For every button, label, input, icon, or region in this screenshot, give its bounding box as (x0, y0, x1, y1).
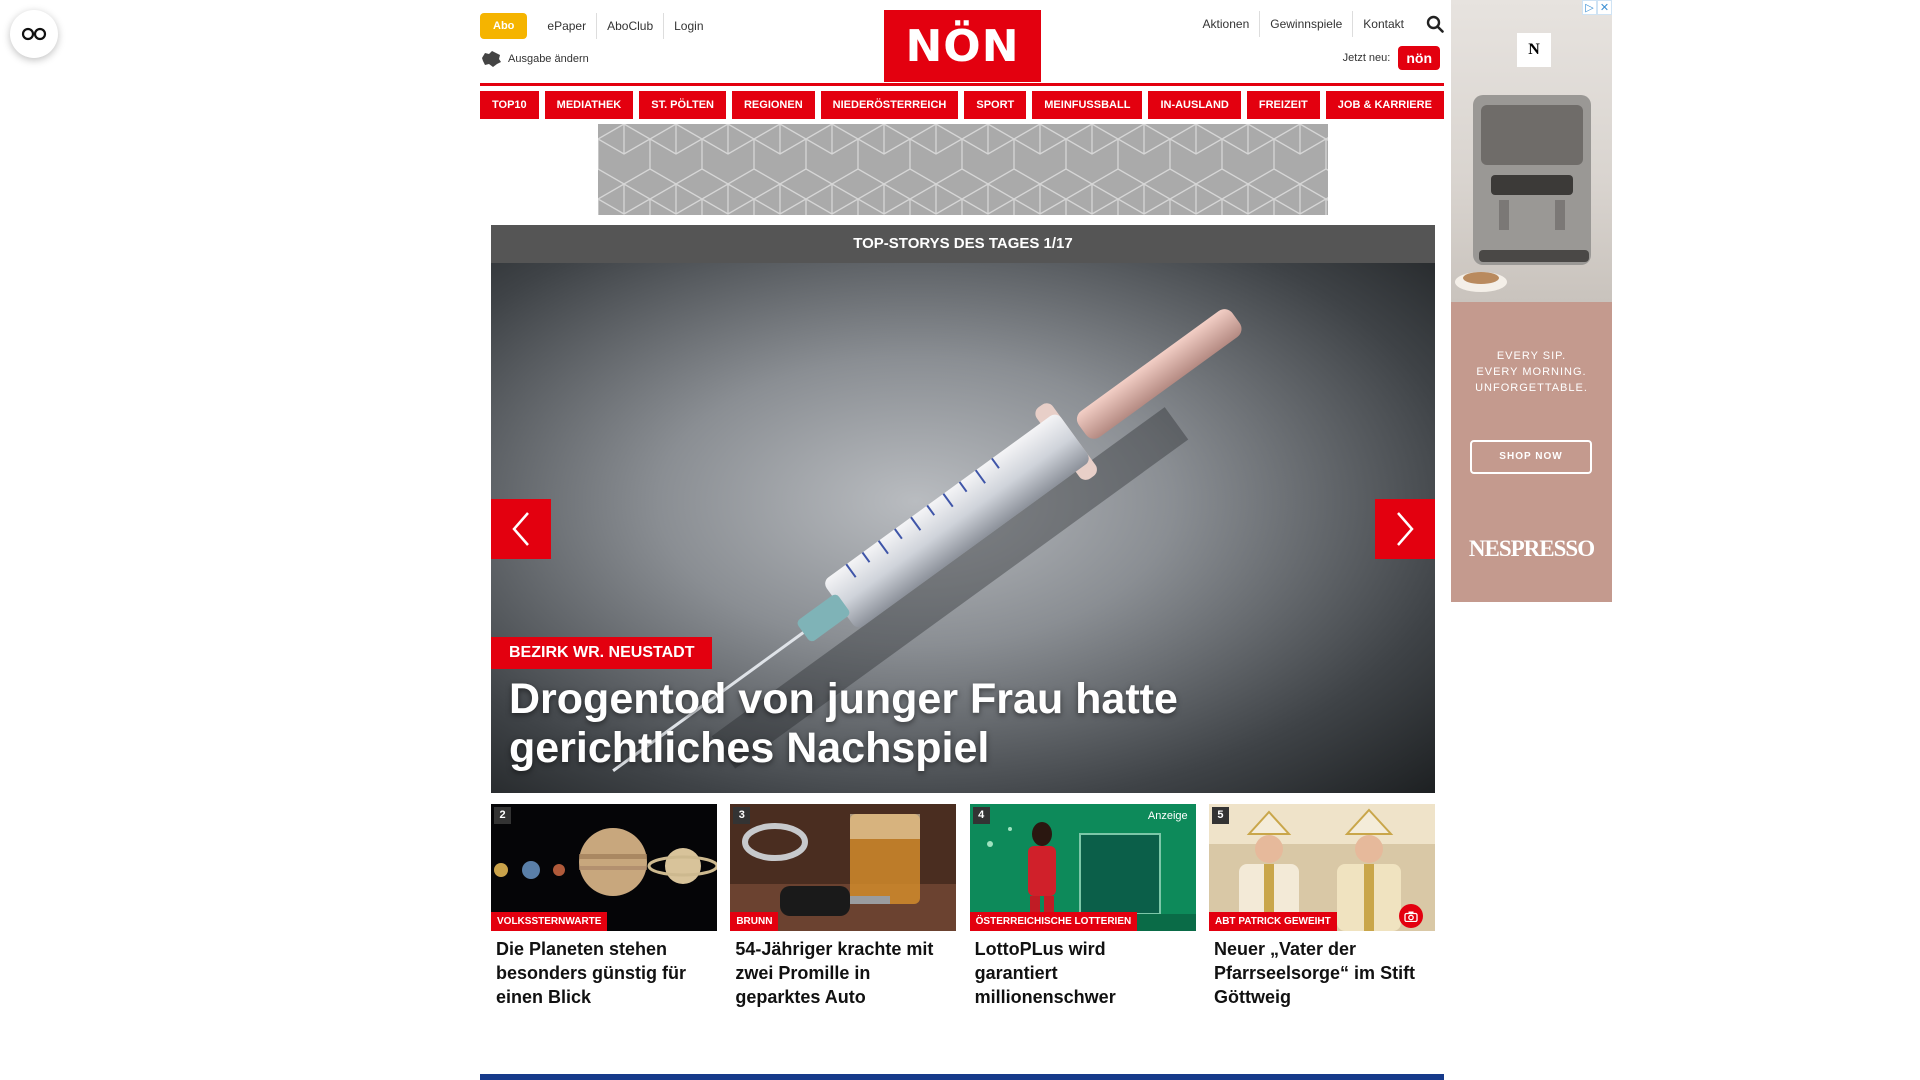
card-tag: ÖSTERREICHISCHE LOTTERIEN (969, 912, 1138, 931)
card-title[interactable]: 54-Jähriger krachte mit zwei Promille in… (730, 931, 956, 1009)
jetzt-neu-badge[interactable]: nön (1398, 46, 1440, 70)
side-ad-nespresso[interactable]: N ▷ ✕ EVERY SIP. EVERY MORNING. UNFORGET… (1451, 0, 1612, 602)
jetzt-neu: Jetzt neu: nön (1343, 46, 1440, 70)
story-cards: 2 VOLKSSTERNWARTE Die Planeten stehen be… (491, 804, 1435, 1009)
site-logo[interactable]: NÖN (884, 10, 1041, 82)
kontakt-link[interactable]: Kontakt (1352, 11, 1414, 37)
story-card[interactable]: 5 ABT PATRICK GEWEIHT Neuer „Vater der P… (1208, 804, 1435, 1009)
card-ad-label: Anzeige (1147, 810, 1188, 822)
accessibility-button[interactable] (10, 10, 58, 58)
login-link[interactable]: Login (663, 13, 713, 39)
adchoices-icon[interactable]: ▷ ✕ (1582, 0, 1612, 15)
site-header: Abo ePaper AboClub Login Ausgabe ändern … (480, 0, 1444, 86)
card-image-drink: 3 BRUNN (730, 804, 957, 931)
ad-close-icon[interactable]: ✕ (1597, 0, 1612, 15)
chevron-right-icon (1397, 512, 1414, 546)
edition-label: Ausgabe ändern (508, 53, 589, 65)
adchoices-info-icon[interactable]: ▷ (1582, 0, 1597, 15)
card-tag: VOLKSSTERNWARTE (491, 912, 608, 931)
header-divider (480, 83, 1444, 86)
aboclub-link[interactable]: AboClub (596, 13, 663, 39)
card-image-lotto: 4 Anzeige ÖSTERREICHISCHE LOTTERIEN (969, 804, 1196, 931)
card-title[interactable]: Die Planeten stehen besonders günstig fü… (491, 931, 717, 1009)
nav-item-top10[interactable]: TOP10 (480, 91, 539, 119)
nav-item-freizeit[interactable]: FREIZEIT (1246, 91, 1320, 119)
card-image-abbots: 5 ABT PATRICK GEWEIHT (1208, 804, 1435, 931)
top-right-links: Aktionen Gewinnspiele Kontakt (1193, 11, 1444, 37)
main-nav: TOP10 MEDIATHEK ST. PÖLTEN REGIONEN NIED… (480, 91, 1444, 119)
hero-kicker: BEZIRK WR. NEUSTADT (491, 637, 713, 669)
top-left-links: Abo ePaper AboClub Login (480, 11, 714, 41)
story-card[interactable]: 4 Anzeige ÖSTERREICHISCHE LOTTERIEN Lott… (969, 804, 1196, 1009)
chevron-left-icon (512, 512, 529, 546)
card-number: 5 (1211, 807, 1229, 824)
story-card[interactable]: 2 VOLKSSTERNWARTE Die Planeten stehen be… (491, 804, 717, 1009)
camera-icon (1398, 904, 1423, 928)
side-ad-copy: EVERY SIP. EVERY MORNING. UNFORGETTABLE. (1451, 348, 1612, 396)
card-tag: BRUNN (730, 912, 779, 931)
top-stories-header: TOP-STORYS DES TAGES 1/17 (491, 225, 1435, 263)
edition-switcher[interactable]: Ausgabe ändern (480, 50, 589, 68)
glasses-icon (21, 27, 47, 41)
card-title[interactable]: LottoPLus wird garantiert millionenschwe… (970, 931, 1196, 1009)
gewinnspiele-link[interactable]: Gewinnspiele (1259, 11, 1352, 37)
hero-next-button[interactable] (1375, 499, 1435, 559)
banner-ad-placeholder[interactable] (598, 124, 1328, 215)
nav-item-regionen[interactable]: REGIONEN (731, 91, 815, 119)
card-number: 3 (733, 807, 751, 824)
footer-bar (480, 1074, 1444, 1080)
card-tag: ABT PATRICK GEWEIHT (1208, 912, 1337, 931)
region-map-icon (482, 51, 501, 67)
epaper-link[interactable]: ePaper (537, 13, 596, 39)
nav-item-sport[interactable]: SPORT (964, 91, 1027, 119)
nav-item-meinfussball[interactable]: MEINFUSSBALL (1032, 91, 1143, 119)
nav-item-job-karriere[interactable]: JOB & KARRIERE (1325, 91, 1444, 119)
nespresso-logo: N (1517, 33, 1551, 67)
aktionen-link[interactable]: Aktionen (1193, 11, 1260, 37)
card-title[interactable]: Neuer „Vater der Pfarrseelsorge“ im Stif… (1209, 931, 1435, 1009)
side-ad-line3: UNFORGETTABLE. (1475, 382, 1588, 394)
nav-item-st-poelten[interactable]: ST. PÖLTEN (639, 91, 726, 119)
nav-item-in-ausland[interactable]: IN-AUSLAND (1148, 91, 1241, 119)
nav-item-niederoesterreich[interactable]: NIEDERÖSTERREICH (820, 91, 959, 119)
side-ad-line1: EVERY SIP. (1496, 350, 1567, 362)
card-image-planets: 2 VOLKSSTERNWARTE (491, 804, 717, 931)
side-ad-brand: NESPRESSO (1468, 536, 1595, 561)
hero-title[interactable]: Drogentod von junger Frau hatte gerichtl… (509, 675, 1349, 773)
card-number: 2 (494, 807, 511, 824)
card-number: 4 (972, 807, 990, 824)
abo-button[interactable]: Abo (480, 13, 528, 39)
hero-prev-button[interactable] (491, 499, 551, 559)
side-ad-line2: EVERY MORNING. (1476, 366, 1587, 378)
story-card[interactable]: 3 BRUNN 54-Jähriger krachte mit zwei Pro… (730, 804, 957, 1009)
jetzt-label: Jetzt neu: (1342, 52, 1391, 64)
nav-item-mediathek[interactable]: MEDIATHEK (544, 91, 634, 119)
search-icon[interactable] (1426, 15, 1444, 33)
shop-now-button[interactable]: SHOP NOW (1470, 440, 1592, 474)
hero-story[interactable]: BEZIRK WR. NEUSTADT Drogentod von junger… (491, 263, 1435, 793)
